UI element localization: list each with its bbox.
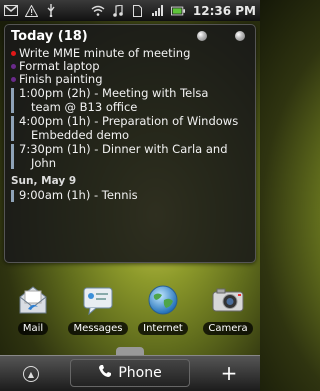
clock-time: 12:36 PM [192,3,256,18]
music-icon [111,4,125,18]
alert-icon [24,4,38,18]
widget-title[interactable]: Today (18) [11,29,249,47]
event-text: 7:30pm (1h) - Dinner with Carla and [19,142,228,156]
battery-icon [170,4,185,18]
app-label: Messages [68,322,128,335]
mail-icon[interactable] [16,283,50,317]
app-label: Camera [203,322,253,335]
app-mail[interactable]: Mail [3,283,63,335]
event-bar [11,190,14,202]
add-button[interactable]: + [206,359,252,387]
gmail-icon [4,4,18,18]
event-item[interactable]: 7:30pm (1h) - Dinner with Carla and John [11,142,249,170]
task-label: Write MME minute of meeting [19,46,191,60]
app-shortcuts: Mail Messages Internet Camera [0,283,260,343]
event-bar [11,144,14,169]
dock-handle[interactable] [116,347,144,355]
plus-icon: + [220,361,238,385]
sim-icon [131,4,145,18]
messages-icon[interactable] [81,283,115,317]
signal-icon [151,4,165,18]
task-label: Format laptop [19,59,100,73]
event-item[interactable]: 9:00am (1h) - Tennis [11,188,249,203]
app-camera[interactable]: Camera [198,283,258,335]
globe-icon[interactable] [146,283,180,317]
status-bar: 12:36 PM [0,0,260,21]
phone-icon [98,364,112,382]
task-color-dot [11,77,16,82]
agenda-widget[interactable]: Today (18) Write MME minute of meeting F… [4,24,256,263]
event-bar [11,88,14,113]
app-messages[interactable]: Messages [68,283,128,335]
phone-label: Phone [118,365,162,381]
task-color-dot [11,51,16,56]
event-text-cont: John [31,155,57,170]
task-item[interactable]: Finish painting [11,73,249,86]
app-drawer-icon: ▲ [23,366,39,382]
task-label: Finish painting [19,72,103,86]
event-item[interactable]: 4:00pm (1h) - Preparation of Windows Emb… [11,114,249,142]
pin-icon [235,31,245,41]
event-item[interactable]: 1:00pm (2h) - Meeting with Telsa team @ … [11,86,249,114]
app-label: Internet [138,322,188,335]
event-text: 1:00pm (2h) - Meeting with Telsa [19,86,209,100]
task-color-dot [11,64,16,69]
event-text-cont: team @ B13 office [31,99,138,114]
app-drawer-button[interactable]: ▲ [4,361,58,387]
camera-icon[interactable] [211,283,245,317]
app-label: Mail [17,322,49,335]
event-text: 9:00am (1h) - Tennis [19,188,138,202]
app-internet[interactable]: Internet [133,283,193,335]
event-text: 4:00pm (1h) - Preparation of Windows [19,114,239,128]
pin-icon [197,31,207,41]
usb-icon [44,4,58,18]
phone-button[interactable]: Phone [70,359,190,387]
day-header: Sun, May 9 [11,175,77,187]
event-text-cont: Embedded demo [31,127,130,142]
event-bar [11,116,14,141]
wifi-icon [91,4,105,18]
